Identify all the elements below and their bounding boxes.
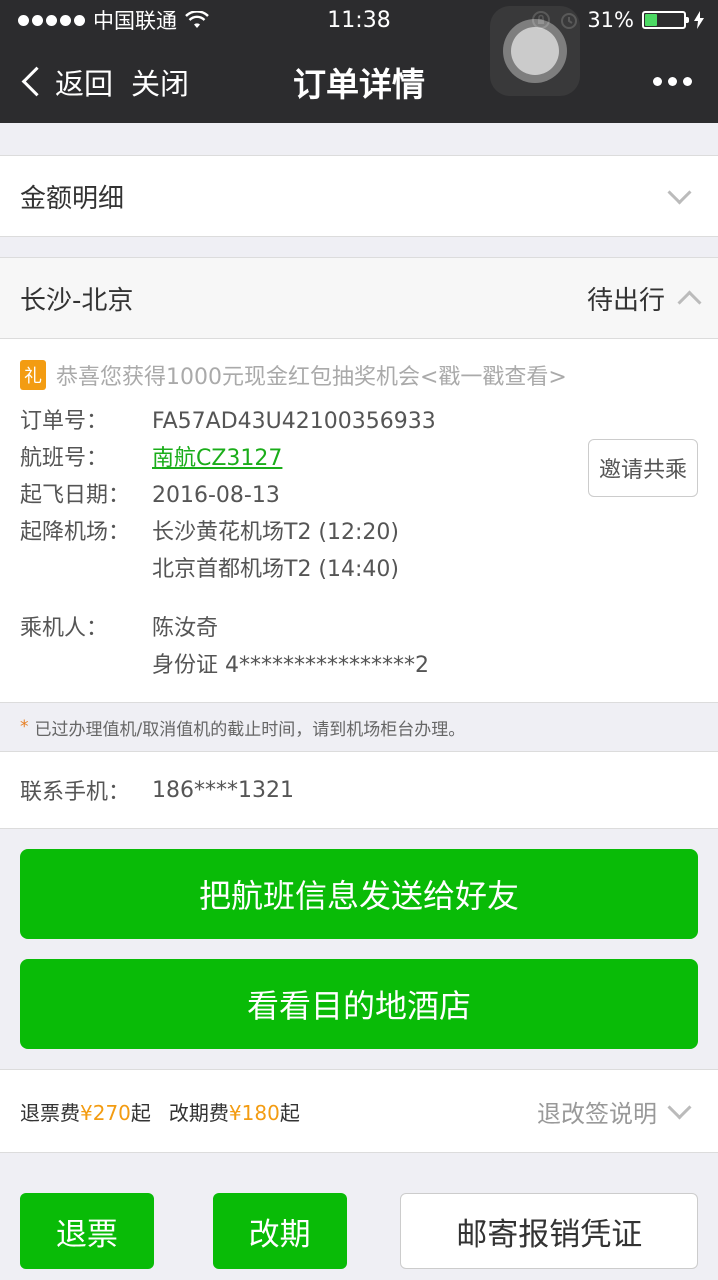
route-header[interactable]: 长沙-北京 待出行 xyxy=(0,257,718,339)
arrival-airport: 北京首都机场T2 (14:40) xyxy=(152,557,399,582)
chevron-down-icon xyxy=(667,179,692,205)
departure-airport: 长沙黄花机场T2 (12:20) xyxy=(152,520,399,545)
flight-number-link[interactable]: 南航CZ3127 xyxy=(152,440,282,477)
clock: 11:38 xyxy=(327,7,391,33)
checkin-notice: * 已过办理值机/取消值机的截止时间，请到机场柜台办理。 xyxy=(0,703,718,752)
id-card-number: 身份证 4****************2 xyxy=(152,653,429,678)
destination-hotel-button[interactable]: 看看目的地酒店 xyxy=(20,959,698,1049)
passenger-label: 乘机人： xyxy=(20,616,109,641)
order-number-label: 订单号： xyxy=(20,409,109,434)
bottom-action-bar: 退票 改期 邮寄报销凭证 xyxy=(0,1153,718,1269)
status-bar: 中国联通 11:38 31% xyxy=(0,0,718,40)
promo-banner[interactable]: 礼 恭喜您获得1000元现金红包抽奖机会<戳一戳查看> xyxy=(20,359,698,391)
change-fee-label: 改期费 xyxy=(168,1100,229,1125)
contact-phone-row: 联系手机： 186****1321 xyxy=(0,752,718,829)
signal-icon xyxy=(18,14,85,26)
refund-fee-label: 退票费 xyxy=(20,1100,80,1125)
order-number-line: 订单号： FA57AD43U42100356933 xyxy=(20,403,698,440)
chevron-down-icon xyxy=(667,1094,692,1120)
nav-bar: 返回 关闭 订单详情 xyxy=(0,6,718,123)
notice-star: * xyxy=(20,717,29,737)
carrier-info: 中国联通 xyxy=(18,5,209,35)
invite-co-traveler-button[interactable]: 邀请共乘 xyxy=(587,439,698,497)
chevron-up-icon xyxy=(677,289,702,315)
mail-invoice-button[interactable]: 邮寄报销凭证 xyxy=(400,1193,698,1269)
back-label: 返回 xyxy=(55,66,114,101)
action-buttons: 把航班信息发送给好友 看看目的地酒店 xyxy=(0,829,718,1049)
order-detail-panel: 礼 恭喜您获得1000元现金红包抽奖机会<戳一戳查看> 订单号： FA57AD4… xyxy=(0,339,718,703)
passenger-name: 陈汝奇 xyxy=(152,616,219,641)
change-fee-suffix: 起 xyxy=(279,1100,300,1125)
departure-date: 2016-08-13 xyxy=(152,483,280,508)
airports-label: 起降机场： xyxy=(20,520,131,545)
reschedule-button[interactable]: 改期 xyxy=(212,1193,347,1269)
carrier-name: 中国联通 xyxy=(93,9,177,33)
refund-fee-suffix: 起 xyxy=(130,1100,151,1125)
passenger-line: 乘机人： 陈汝奇 xyxy=(20,610,698,647)
change-fee-amount: ¥180 xyxy=(228,1100,280,1125)
fee-summary: 退票费¥270起 改期费¥180起 xyxy=(20,1097,300,1126)
gift-icon: 礼 xyxy=(20,360,46,390)
share-flight-button[interactable]: 把航班信息发送给好友 xyxy=(20,849,698,939)
trip-status: 待出行 xyxy=(586,285,665,316)
back-button[interactable]: 返回 xyxy=(18,61,113,103)
refund-policy-toggle[interactable]: 退改签说明 xyxy=(537,1094,698,1129)
order-number: FA57AD43U42100356933 xyxy=(152,409,436,434)
battery-percent: 31% xyxy=(587,8,634,32)
wifi-icon xyxy=(185,11,209,28)
notice-text: 已过办理值机/取消值机的截止时间，请到机场柜台办理。 xyxy=(34,719,466,740)
page-title: 订单详情 xyxy=(293,64,425,104)
assistive-touch-button[interactable] xyxy=(490,6,580,96)
promo-text: 恭喜您获得1000元现金红包抽奖机会<戳一戳查看> xyxy=(56,365,567,390)
airports-line: 起降机场： 长沙黄花机场T2 (12:20) xyxy=(20,514,698,551)
flight-number-label: 航班号： xyxy=(20,446,109,471)
charging-bolt-icon xyxy=(694,11,704,29)
departure-date-label: 起飞日期： xyxy=(20,483,131,508)
more-options-button[interactable] xyxy=(653,77,692,86)
close-button[interactable]: 关闭 xyxy=(131,61,189,103)
arrival-airport-line: 北京首都机场T2 (14:40) xyxy=(20,551,698,588)
route-status: 待出行 xyxy=(586,280,702,317)
refund-button[interactable]: 退票 xyxy=(20,1193,154,1269)
refund-fee-amount: ¥270 xyxy=(80,1100,131,1125)
battery-icon xyxy=(642,11,689,29)
fee-row: 退票费¥270起 改期费¥180起 退改签说明 xyxy=(0,1069,718,1153)
contact-phone: 186****1321 xyxy=(152,777,294,803)
refund-policy-label: 退改签说明 xyxy=(537,1099,657,1128)
contact-phone-label: 联系手机： xyxy=(20,780,131,805)
id-card-line: 身份证 4****************2 xyxy=(20,647,698,684)
amount-detail-label: 金额明细 xyxy=(20,183,125,214)
battery-level xyxy=(645,14,657,26)
amount-detail-row[interactable]: 金额明细 xyxy=(0,155,718,237)
route-name: 长沙-北京 xyxy=(20,285,134,316)
back-chevron-icon xyxy=(21,66,52,97)
